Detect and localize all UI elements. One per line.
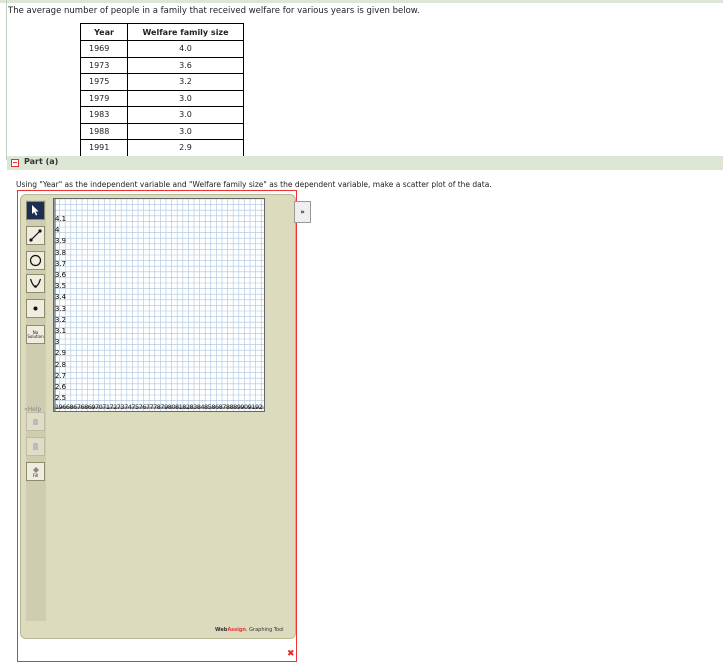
- table-row: 1973 3.6: [80, 56, 244, 74]
- expand-button[interactable]: »: [294, 201, 311, 223]
- intro-text: The average number of people in a family…: [8, 6, 420, 16]
- y-tick-label: 3.8: [55, 248, 67, 257]
- size-cell: 3.6: [127, 56, 244, 74]
- webassign-brand: WebAssign. Graphing Tool: [215, 627, 284, 633]
- year-cell: 1979: [80, 89, 128, 107]
- year-cell: 1975: [80, 73, 128, 91]
- brand-suffix: . Graphing Tool: [246, 627, 284, 633]
- page-left-border: [6, 0, 7, 160]
- table-row: 1979 3.0: [80, 89, 244, 107]
- table-row: 1975 3.2: [80, 73, 244, 91]
- no-solution-button[interactable]: No Solution: [26, 325, 45, 344]
- delete-tool-button: [26, 412, 45, 431]
- arrow-pointer-icon: [32, 205, 39, 216]
- y-tick-label: 3.7: [55, 259, 67, 268]
- year-cell: 1969: [80, 40, 128, 58]
- x-axis-tick-labels: 1966867686970717273747576777879808182838…: [55, 403, 263, 411]
- y-tick-label: 2.7: [55, 371, 67, 380]
- y-tick-label: 3.9: [55, 237, 67, 246]
- brand-accent: Assign: [227, 627, 246, 633]
- size-cell: 3.0: [127, 106, 244, 124]
- table-header-year: Year: [80, 23, 128, 41]
- point-tool-button[interactable]: [26, 299, 45, 318]
- graph-canvas[interactable]: [53, 198, 265, 412]
- y-tick-label: 2.9: [55, 349, 67, 358]
- incorrect-mark-icon: ✖: [287, 649, 295, 659]
- y-tick-label: 4: [55, 226, 60, 235]
- y-tick-label: 3.3: [55, 304, 67, 313]
- table-row: 1988 3.0: [80, 122, 244, 140]
- size-cell: 4.0: [127, 40, 244, 58]
- year-cell: 1973: [80, 56, 128, 74]
- trash-icon: [33, 419, 38, 425]
- table-row: 1969 4.0: [80, 40, 244, 58]
- pointer-tool-button[interactable]: [26, 201, 45, 220]
- y-tick-label: 3.6: [55, 271, 67, 279]
- table-row: 1983 3.0: [80, 106, 244, 124]
- y-tick-label: 4.1: [55, 215, 67, 223]
- y-tick-label: 3.2: [55, 315, 67, 324]
- question-text: Using "Year" as the independent variable…: [16, 180, 492, 189]
- table-header-welfare-size: Welfare family size: [127, 23, 244, 41]
- welfare-data-table: Year Welfare family size 1969 4.0 1973 3.6…: [80, 23, 244, 157]
- y-tick-label: 2.5: [55, 394, 67, 403]
- line-segment-icon: [29, 229, 42, 242]
- size-cell: 2.9: [127, 139, 244, 157]
- line-tool-button[interactable]: [26, 226, 45, 245]
- year-cell: 1988: [80, 122, 128, 140]
- grid-lines: [54, 199, 264, 411]
- help-link[interactable]: «Help: [24, 406, 41, 413]
- clear-page-icon: [33, 443, 38, 450]
- brand-prefix: Web: [215, 627, 228, 633]
- year-cell: 1991: [80, 139, 128, 157]
- page-top-border: [0, 0, 723, 3]
- circle-tool-button[interactable]: [26, 251, 45, 270]
- collapse-minus-icon[interactable]: [11, 159, 19, 167]
- table-header-row: Year Welfare family size: [80, 23, 244, 41]
- parabola-icon: [29, 278, 42, 288]
- clear-tool-button: [26, 437, 45, 456]
- year-cell: 1983: [80, 106, 128, 124]
- size-cell: 3.2: [127, 73, 244, 91]
- help-label: Help: [27, 406, 42, 413]
- parabola-tool-button[interactable]: [26, 274, 45, 293]
- y-tick-label: 3: [55, 338, 60, 347]
- circle-icon: [29, 254, 42, 267]
- table-row: 1991 2.9: [80, 139, 244, 157]
- size-cell: 3.0: [127, 122, 244, 140]
- part-title: Part (a): [24, 157, 59, 166]
- dot-icon: [33, 306, 38, 311]
- y-tick-label: 3.5: [55, 282, 67, 291]
- part-a-header[interactable]: Part (a): [7, 156, 723, 170]
- y-tick-label: 3.1: [55, 327, 67, 335]
- y-tick-label: 2.8: [55, 360, 67, 369]
- fill-tool-button[interactable]: Fill: [26, 462, 45, 481]
- y-tick-label: 2.6: [55, 383, 67, 391]
- fill-label: Fill: [32, 472, 39, 478]
- size-cell: 3.0: [127, 89, 244, 107]
- y-tick-label: 3.4: [55, 293, 67, 302]
